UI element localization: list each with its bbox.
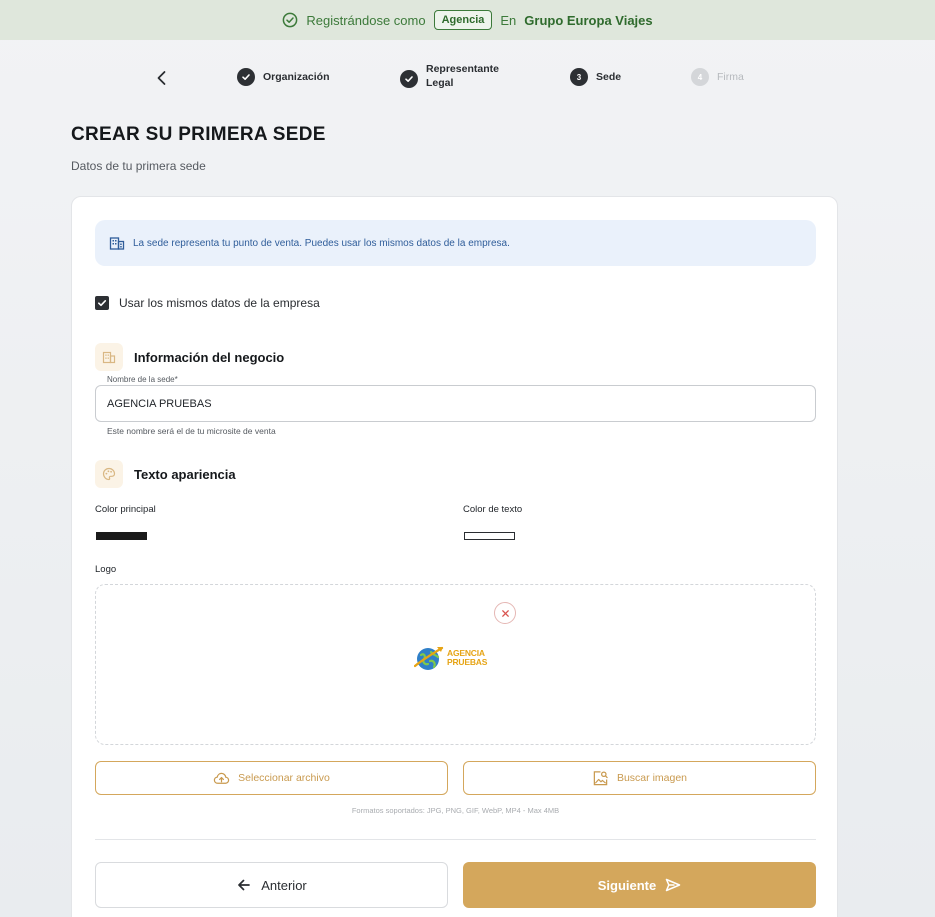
select-file-button[interactable]: Seleccionar archivo — [95, 761, 448, 795]
business-info-section: Información del negocio — [95, 343, 284, 371]
building-icon — [109, 237, 125, 250]
check-circle-icon — [282, 12, 298, 28]
primary-color-swatch[interactable] — [96, 532, 147, 540]
step-label: Sede — [596, 71, 622, 83]
divider — [95, 839, 816, 840]
sede-name-label: Nombre de la sede* — [107, 375, 178, 384]
previous-label: Anterior — [261, 877, 307, 893]
search-image-button[interactable]: Buscar imagen — [463, 761, 816, 795]
logo-line2: PRUEBAS — [447, 657, 488, 667]
logo-preview-text: AGENCIA PRUEBAS — [447, 649, 487, 667]
previous-button[interactable]: Anterior — [95, 862, 448, 908]
image-search-icon — [593, 770, 608, 785]
search-image-label: Buscar imagen — [616, 772, 688, 784]
info-message: La sede representa tu punto de venta. Pu… — [133, 237, 510, 249]
remove-logo-button[interactable] — [494, 602, 516, 624]
text-color-swatch[interactable] — [464, 532, 515, 540]
same-data-checkbox[interactable] — [95, 296, 109, 310]
close-icon — [501, 609, 509, 617]
business-section-icon-box — [95, 343, 123, 371]
registration-banner: Registrándose como Agencia En Grupo Euro… — [0, 0, 935, 40]
step-label: Representante Legal — [426, 62, 499, 90]
palette-icon — [102, 467, 116, 481]
same-data-checkbox-row[interactable]: Usar los mismos datos de la empresa — [95, 296, 320, 310]
section-title: Información del negocio — [134, 349, 285, 365]
role-badge: Agencia — [433, 10, 493, 30]
sede-name-input[interactable] — [95, 385, 816, 422]
appearance-section-icon-box — [95, 460, 123, 488]
text-color-label: Color de texto — [463, 504, 523, 515]
logo-dropzone[interactable]: AGENCIA PRUEBAS — [95, 584, 816, 745]
appearance-section: Texto apariencia — [95, 460, 236, 488]
cloud-upload-icon — [213, 772, 230, 784]
logo-preview: AGENCIA PRUEBAS — [414, 643, 504, 673]
arrow-left-icon — [238, 879, 251, 891]
page-title: CREAR SU PRIMERA SEDE — [71, 124, 326, 145]
same-data-label: Usar los mismos datos de la empresa — [119, 296, 320, 310]
section-title: Texto apariencia — [134, 466, 236, 482]
step-firma: 4 Firma — [691, 68, 744, 86]
sede-form-card: La sede representa tu punto de venta. Pu… — [71, 196, 838, 917]
logo-label: Logo — [95, 564, 117, 575]
step-sede[interactable]: 3 Sede — [570, 68, 621, 86]
step-label-line1: Representante — [426, 63, 499, 75]
next-label: Siguiente — [597, 877, 657, 893]
sede-name-helper: Este nombre será el de tu microsite de v… — [107, 426, 276, 436]
checkmark-icon — [98, 300, 107, 307]
step-number: 4 — [691, 68, 709, 86]
registration-stepper: Organización Representante Legal 3 Sede … — [0, 62, 935, 94]
back-arrow-icon[interactable] — [152, 68, 172, 88]
primary-color-label: Color principal — [95, 504, 156, 515]
globe-logo-icon — [414, 646, 444, 670]
send-icon — [666, 878, 681, 892]
step-done-check-icon — [400, 70, 418, 88]
step-number: 3 — [570, 68, 588, 86]
step-label-line2: Legal — [426, 77, 454, 89]
page-subtitle: Datos de tu primera sede — [71, 159, 206, 173]
registering-as-text: Registrándose como — [306, 12, 426, 28]
supported-formats-note: Formatos soportados: JPG, PNG, GIF, WebP… — [351, 806, 560, 815]
step-done-check-icon — [237, 68, 255, 86]
step-label: Firma — [717, 71, 744, 83]
in-text: En — [500, 12, 517, 28]
step-label: Organización — [263, 71, 330, 83]
info-alert: La sede representa tu punto de venta. Pu… — [95, 220, 816, 266]
step-organizacion[interactable]: Organización — [237, 68, 330, 86]
step-representante-legal[interactable]: Representante Legal — [400, 62, 499, 90]
select-file-label: Seleccionar archivo — [238, 772, 330, 784]
building-icon — [102, 351, 116, 364]
organization-name: Grupo Europa Viajes — [524, 12, 653, 28]
next-button[interactable]: Siguiente — [463, 862, 816, 908]
